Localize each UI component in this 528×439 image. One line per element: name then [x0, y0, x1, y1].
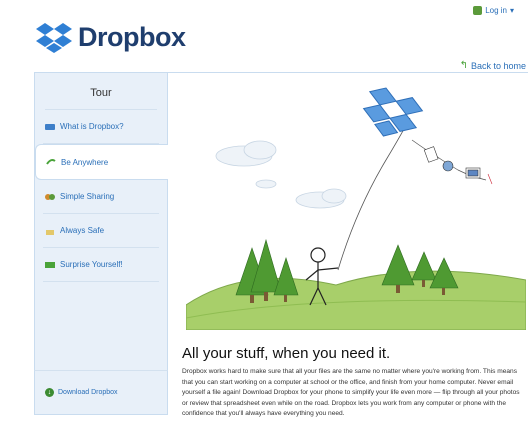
sidebar-item-label: Be Anywhere — [61, 157, 109, 167]
chevron-down-icon: ▾ — [509, 6, 514, 15]
sidebar-item-label: Surprise Yourself! — [60, 260, 123, 269]
lock-icon — [46, 229, 54, 235]
sidebar-item-surprise-yourself[interactable]: Surprise Yourself! — [43, 248, 159, 282]
sidebar: Tour What is Dropbox? Be Anywhere Simple… — [34, 72, 168, 412]
share-icon — [45, 193, 55, 200]
sidebar-item-always-safe[interactable]: Always Safe — [43, 214, 159, 248]
sidebar-item-label: Simple Sharing — [60, 192, 115, 201]
login-icon — [473, 6, 483, 15]
login-label: Log in — [485, 6, 507, 15]
back-to-home-label: Back to home — [470, 60, 526, 71]
back-to-home-link[interactable]: ↰ Back to home — [460, 60, 526, 71]
logo[interactable]: Dropbox — [36, 22, 186, 53]
dropbox-logo-icon — [36, 22, 72, 53]
back-arrow-icon: ↰ — [459, 60, 468, 71]
download-dropbox-link[interactable]: ↓ Download Dropbox — [34, 370, 168, 415]
login-link[interactable]: Log in ▾ — [473, 6, 514, 15]
page-description: Dropbox works hard to make sure that all… — [182, 368, 520, 418]
download-icon: ↓ — [45, 388, 54, 397]
brand-name: Dropbox — [78, 22, 186, 52]
sidebar-item-simple-sharing[interactable]: Simple Sharing — [43, 180, 159, 214]
download-label: Download Dropbox — [58, 389, 118, 396]
page-headline: All your stuff, when you need it. — [182, 345, 391, 362]
question-icon — [45, 123, 55, 130]
gift-icon — [45, 261, 55, 268]
kite-illustration — [186, 87, 526, 330]
sidebar-item-label: What is Dropbox? — [60, 122, 124, 131]
sidebar-item-what-is-dropbox[interactable]: What is Dropbox? — [43, 110, 159, 144]
sidebar-item-label: Always Safe — [60, 226, 105, 235]
header: Dropbox Log in ▾ ↰ Back to home — [0, 0, 528, 71]
sidebar-title: Tour — [45, 87, 157, 110]
sidebar-item-be-anywhere[interactable]: Be Anywhere — [35, 144, 168, 180]
globe-arrow-icon — [46, 159, 56, 165]
